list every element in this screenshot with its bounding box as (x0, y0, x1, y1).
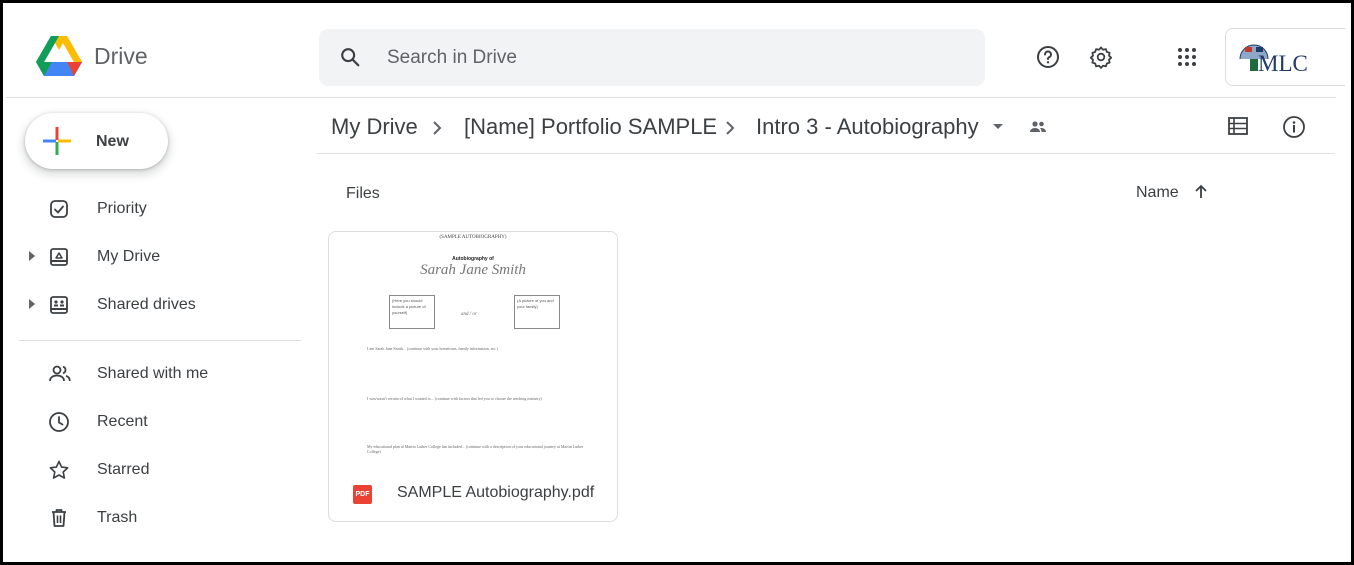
expand-arrow-icon[interactable] (29, 251, 35, 261)
file-card[interactable]: (SAMPLE AUTOBIOGRAPHY) Autobiography of … (328, 231, 618, 522)
plus-icon (43, 127, 71, 160)
sidebar-item-recent[interactable]: Recent (3, 402, 303, 442)
pdf-icon: PDF (353, 485, 372, 504)
sidebar-item-label: My Drive (97, 248, 161, 265)
sidebar-divider (19, 340, 301, 341)
preview-and-or: and / or (461, 312, 477, 317)
sidebar-item-label: Shared with me (97, 365, 209, 382)
breadcrumb-divider (317, 153, 1335, 154)
shared-drives-icon (48, 294, 70, 321)
file-name: SAMPLE Autobiography.pdf (397, 484, 595, 501)
breadcrumb-item-portfolio[interactable]: [Name] Portfolio SAMPLE (464, 114, 717, 140)
expand-arrow-icon[interactable] (29, 299, 35, 309)
apps-icon[interactable] (1176, 46, 1198, 73)
sidebar-item-shared-with-me[interactable]: Shared with me (3, 354, 303, 394)
preview-photo-box-left: (Here you should include a picture of yo… (389, 295, 435, 329)
preview-paragraph: I am Sarah Jane Smith... (continue with … (367, 346, 498, 351)
drive-icon (48, 246, 70, 273)
preview-author: Sarah Jane Smith (420, 262, 526, 278)
new-button-label: New (96, 133, 129, 150)
clock-icon (48, 411, 70, 438)
sidebar-item-label: Priority (97, 200, 147, 217)
drive-window: Drive MLC (0, 0, 1354, 565)
sidebar-item-shared-drives[interactable]: Shared drives (3, 285, 303, 325)
search-input[interactable] (385, 43, 909, 73)
info-icon[interactable] (1282, 115, 1306, 144)
sidebar-item-label: Starred (97, 461, 150, 478)
preview-title: (SAMPLE AUTOBIOGRAPHY) (439, 235, 507, 240)
list-view-icon[interactable] (1227, 116, 1249, 141)
preview-paragraph: I was/wasn't certain of what I wanted to… (367, 396, 543, 401)
shared-folder-people-icon[interactable] (1027, 118, 1049, 141)
file-thumbnail: (SAMPLE AUTOBIOGRAPHY) Autobiography of … (329, 232, 617, 464)
app-name[interactable]: Drive (94, 43, 148, 70)
chevron-right-icon (430, 120, 444, 141)
search-icon[interactable] (339, 46, 361, 73)
sort-by-name-button[interactable]: Name (1136, 184, 1179, 202)
settings-icon[interactable] (1089, 45, 1113, 74)
new-button[interactable]: New (25, 113, 168, 169)
sidebar-item-label: Shared drives (97, 296, 196, 313)
arrow-up-icon[interactable] (1192, 183, 1210, 206)
sidebar-item-starred[interactable]: Starred (3, 450, 303, 490)
preview-photo-box-right: (A picture of you and your family) (514, 295, 560, 329)
header-divider (6, 97, 1336, 98)
search-bar[interactable] (319, 29, 1265, 86)
sidebar-item-trash[interactable]: Trash (3, 498, 303, 538)
preview-paragraph: My educational plan at Martin Luther Col… (367, 444, 584, 454)
star-icon (48, 459, 70, 486)
chevron-right-icon (723, 120, 737, 141)
trash-icon (48, 507, 70, 534)
checkbox-icon (48, 198, 70, 225)
sidebar-item-priority[interactable]: Priority (3, 189, 303, 229)
account-org-name: MLC (1258, 51, 1308, 76)
sidebar-item-label: Trash (97, 509, 138, 526)
sidebar-item-my-drive[interactable]: My Drive (3, 237, 303, 277)
help-icon[interactable] (1036, 45, 1060, 74)
breadcrumb-item-current-folder[interactable]: Intro 3 - Autobiography (756, 114, 979, 140)
account-org-logo[interactable]: MLC (1225, 28, 1345, 86)
sidebar-item-label: Recent (97, 413, 148, 430)
folder-menu-caret-icon[interactable] (993, 124, 1003, 129)
files-section-heading: Files (346, 185, 380, 202)
people-icon (48, 363, 72, 390)
breadcrumb-item-my-drive[interactable]: My Drive (331, 114, 418, 140)
drive-logo-icon[interactable] (36, 36, 82, 81)
